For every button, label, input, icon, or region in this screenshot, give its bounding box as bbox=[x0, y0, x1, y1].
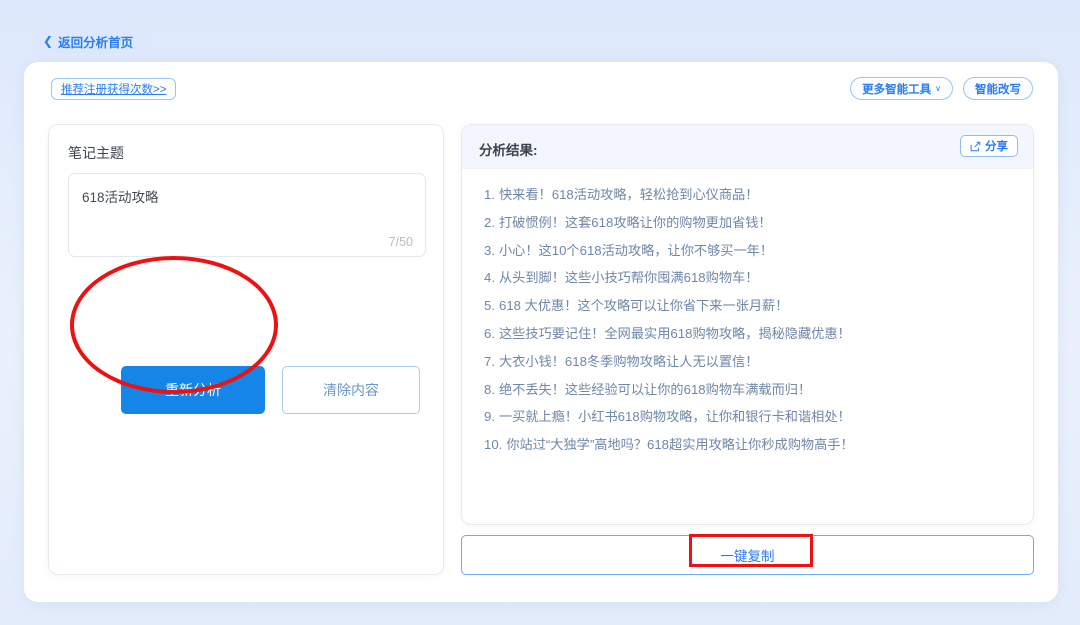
toolbar-actions: 更多智能工具 ∨ 智能改写 bbox=[850, 77, 1033, 100]
analysis-result-list: 1. 快来看！618活动攻略，轻松抢到心仪商品！ 2. 打破惯例！这套618攻略… bbox=[462, 169, 1033, 452]
copy-all-button[interactable]: 一键复制 bbox=[461, 535, 1034, 575]
note-topic-panel: 笔记主题 618活动攻略 7/50 重新分析 清除内容 bbox=[48, 124, 444, 575]
result-text: 小心！这10个618活动攻略，让你不够买一年！ bbox=[499, 242, 774, 258]
result-item: 3. 小心！这10个618活动攻略，让你不够买一年！ bbox=[484, 242, 1015, 258]
back-to-home-button[interactable]: ❮ 返回分析首页 bbox=[33, 29, 148, 54]
result-item: 6. 这些技巧要记住！全网最实用618购物攻略，揭秘隐藏优惠！ bbox=[484, 327, 1015, 340]
result-index: 3. bbox=[484, 242, 495, 258]
action-button-row: 重新分析 清除内容 bbox=[121, 366, 420, 414]
result-item: 5. 618 大优惠！这个攻略可以让你省下来一张月薪！ bbox=[484, 299, 1015, 312]
clear-content-label: 清除内容 bbox=[323, 382, 379, 398]
result-text: 快来看！618活动攻略，轻松抢到心仪商品！ bbox=[499, 187, 759, 202]
result-text: 大衣小钱！618冬季购物攻略让人无以置信！ bbox=[499, 353, 759, 369]
result-index: 8. bbox=[484, 381, 495, 397]
result-text: 这些技巧要记住！全网最实用618购物攻略，揭秘隐藏优惠！ bbox=[499, 325, 851, 341]
toolbar: 推荐注册获得次数>> 更多智能工具 ∨ 智能改写 bbox=[24, 62, 1058, 118]
note-topic-input[interactable]: 618活动攻略 7/50 bbox=[68, 173, 426, 257]
chevron-left-icon: ❮ bbox=[43, 33, 54, 48]
result-item: 8. 绝不丢失！这些经验可以让你的618购物车满载而归！ bbox=[484, 381, 1015, 397]
chevron-down-icon: ∨ bbox=[935, 83, 941, 93]
result-text: 从头到脚！这些小技巧帮你囤满618购物车！ bbox=[499, 270, 759, 286]
note-topic-value: 618活动攻略 bbox=[82, 190, 159, 205]
result-index: 6. bbox=[484, 325, 495, 341]
share-button[interactable]: 分享 bbox=[960, 135, 1018, 157]
clear-content-button[interactable]: 清除内容 bbox=[282, 366, 420, 414]
result-text: 绝不丢失！这些经验可以让你的618购物车满载而归！ bbox=[499, 381, 812, 397]
result-item: 2. 打破惯例！这套618攻略让你的购物更加省钱！ bbox=[484, 216, 1015, 229]
back-button-label: 返回分析首页 bbox=[58, 36, 134, 50]
result-index: 4. bbox=[484, 270, 495, 286]
smart-rewrite-label: 智能改写 bbox=[975, 83, 1021, 96]
more-tools-label: 更多智能工具 bbox=[862, 83, 932, 96]
result-item: 9. 一买就上瘾！小红书618购物攻略，让你和银行卡和谐相处！ bbox=[484, 410, 1015, 423]
result-index: 1. bbox=[484, 187, 495, 202]
reanalyze-button[interactable]: 重新分析 bbox=[121, 366, 265, 414]
recommend-register-link[interactable]: 推荐注册获得次数>> bbox=[51, 78, 177, 100]
share-icon bbox=[970, 141, 981, 152]
result-index: 2. bbox=[484, 214, 495, 230]
result-text: 你站过“大独学”高地吗？618超实用攻略让你秒成购物高手！ bbox=[506, 437, 854, 453]
result-text: 打破惯例！这套618攻略让你的购物更加省钱！ bbox=[499, 214, 772, 230]
result-text: 一买就上瘾！小红书618购物攻略，让你和银行卡和谐相处！ bbox=[499, 409, 851, 425]
recommend-register-label: 推荐注册获得次数>> bbox=[61, 84, 167, 96]
result-item: 7. 大衣小钱！618冬季购物攻略让人无以置信！ bbox=[484, 355, 1015, 368]
smart-rewrite-button[interactable]: 智能改写 bbox=[963, 77, 1033, 100]
result-index: 10. bbox=[484, 437, 503, 453]
more-tools-button[interactable]: 更多智能工具 ∨ bbox=[850, 77, 953, 100]
analysis-result-panel: 分析结果: 分享 1. 快来看！618活动攻略，轻松抢到心仪商品！ 2. 打破惯… bbox=[461, 124, 1034, 525]
analysis-result-title: 分析结果: bbox=[479, 143, 538, 158]
share-label: 分享 bbox=[985, 141, 1008, 153]
result-index: 5. bbox=[484, 298, 495, 314]
result-item: 1. 快来看！618活动攻略，轻松抢到心仪商品！ bbox=[484, 188, 1015, 201]
result-text: 618 大优惠！这个攻略可以让你省下来一张月薪！ bbox=[499, 298, 789, 314]
copy-all-label: 一键复制 bbox=[720, 549, 775, 564]
result-item: 10. 你站过“大独学”高地吗？618超实用攻略让你秒成购物高手！ bbox=[484, 438, 1015, 451]
note-topic-title: 笔记主题 bbox=[68, 145, 124, 161]
reanalyze-label: 重新分析 bbox=[165, 382, 221, 398]
analysis-result-header: 分析结果: 分享 bbox=[462, 125, 1033, 169]
result-index: 7. bbox=[484, 353, 495, 369]
char-counter: 7/50 bbox=[388, 235, 413, 249]
main-card: 推荐注册获得次数>> 更多智能工具 ∨ 智能改写 笔记主题 618活动攻略 7/… bbox=[24, 62, 1058, 602]
result-item: 4. 从头到脚！这些小技巧帮你囤满618购物车！ bbox=[484, 271, 1015, 284]
result-index: 9. bbox=[484, 409, 495, 425]
